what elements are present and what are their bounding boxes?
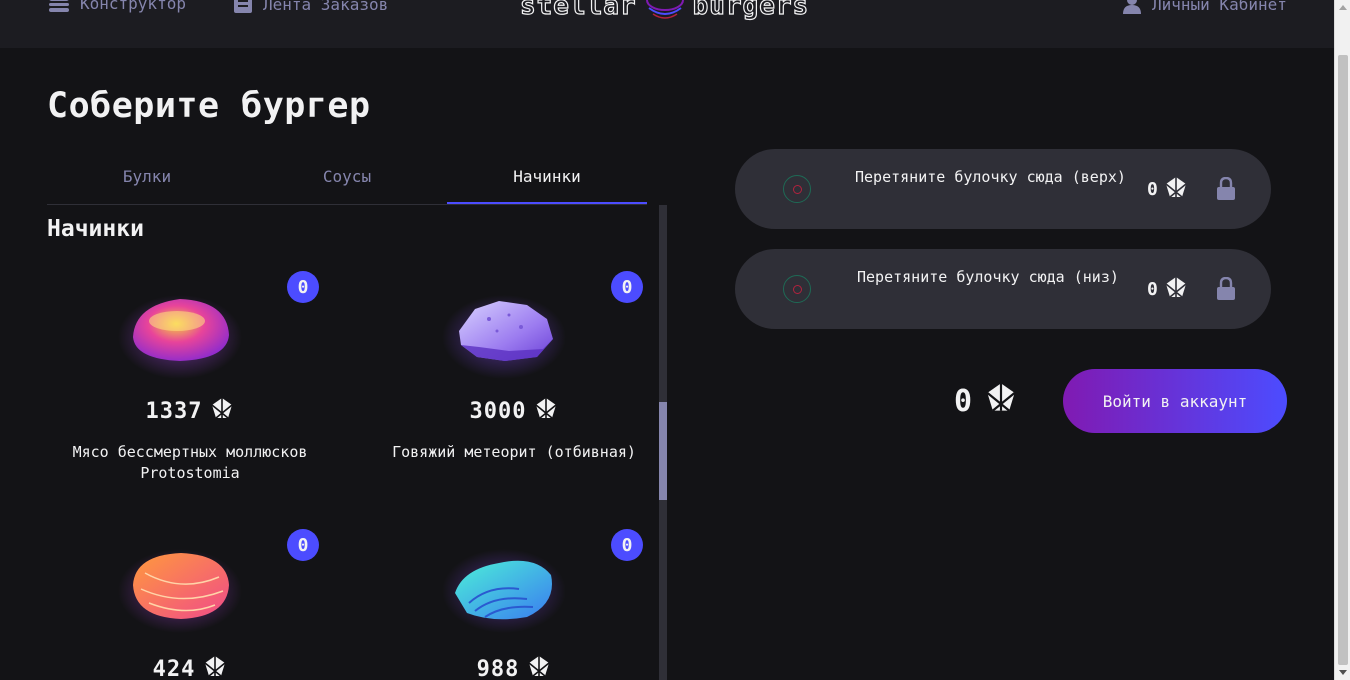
currency-icon	[1164, 276, 1188, 303]
drag-target-icon	[783, 175, 811, 203]
bottom-bun-price-value: 0	[1147, 279, 1158, 300]
app-header: Конструктор Лента Заказов stellar burger…	[0, 0, 1334, 48]
nav-profile-label: Личный Кабинет	[1152, 0, 1287, 14]
mollusc-meat-image	[115, 275, 245, 385]
nav-constructor-label: Конструктор	[80, 0, 186, 13]
ingredient-price: 988	[369, 655, 659, 680]
bottom-bun-price: 0	[1147, 276, 1188, 303]
ingredient-price-value: 424	[152, 656, 196, 680]
lock-icon	[1215, 176, 1237, 205]
tab-buns[interactable]: Булки	[47, 157, 247, 204]
bottom-bun-placeholder: Перетяните булочку сюда (низ)	[857, 268, 1119, 286]
logo-text-right: burgers	[692, 0, 810, 22]
bottom-bun-drop-zone[interactable]: Перетяните булочку сюда (низ) 0	[735, 249, 1271, 329]
ingredient-card[interactable]: 0 988	[369, 529, 659, 680]
nav-order-feed[interactable]: Лента Заказов	[233, 0, 388, 14]
cyan-fillet-image	[439, 533, 569, 643]
login-button[interactable]: Войти в аккаунт	[1063, 369, 1287, 433]
currency-icon	[984, 382, 1018, 420]
page-title: Соберите бургер	[47, 86, 371, 126]
ingredient-name: Говяжий метеорит (отбивная)	[392, 443, 636, 461]
ingredient-price-value: 1337	[145, 398, 203, 424]
ingredient-card[interactable]: 0 424	[45, 529, 335, 680]
fish-fillet-image	[115, 533, 245, 643]
logo-text-left: stellar	[519, 0, 637, 22]
ingredient-card[interactable]: 0 1337 Мясо бессмертных моллюсков Protos…	[45, 271, 335, 485]
top-bun-price-value: 0	[1147, 179, 1158, 200]
list-icon	[233, 0, 253, 14]
profile-icon	[1122, 0, 1142, 14]
lock-icon	[1215, 276, 1237, 305]
tab-fillings[interactable]: Начинки	[447, 157, 647, 204]
drag-target-icon	[783, 275, 811, 303]
currency-icon	[534, 397, 558, 425]
order-total-value: 0	[954, 383, 973, 419]
currency-icon	[210, 397, 234, 425]
nav-profile[interactable]: Личный Кабинет	[1122, 0, 1287, 14]
ingredient-name: Мясо бессмертных моллюсков Protostomia	[72, 443, 308, 482]
meteorite-image	[439, 275, 569, 385]
top-bun-placeholder: Перетяните булочку сюда (верх)	[855, 168, 1126, 186]
count-badge: 0	[287, 271, 319, 303]
count-badge: 0	[611, 529, 643, 561]
ingredient-price-value: 3000	[469, 398, 527, 424]
scroll-down-arrow[interactable]	[1339, 670, 1347, 675]
ingredient-price-value: 988	[476, 656, 520, 680]
nav-constructor[interactable]: Конструктор	[48, 0, 186, 13]
count-badge: 0	[611, 271, 643, 303]
page-scrollbar[interactable]	[1334, 0, 1350, 680]
currency-icon	[527, 655, 551, 680]
logo[interactable]: stellar burgers	[519, 0, 810, 26]
order-total: 0	[954, 382, 1018, 420]
section-title-fillings: Начинки	[47, 216, 144, 242]
logo-icon	[643, 0, 687, 26]
scroll-up-arrow[interactable]	[1339, 5, 1347, 10]
count-badge: 0	[287, 529, 319, 561]
tab-sauces[interactable]: Соусы	[247, 157, 447, 204]
ingredient-price: 424	[45, 655, 335, 680]
currency-icon	[1164, 176, 1188, 203]
ingredient-tabs: Булки Соусы Начинки	[47, 157, 647, 205]
ingredients-scrollbar-thumb[interactable]	[659, 402, 667, 500]
ingredients-scrollbar[interactable]	[659, 205, 667, 680]
top-bun-drop-zone[interactable]: Перетяните булочку сюда (верх) 0	[735, 149, 1271, 229]
nav-feed-label: Лента Заказов	[263, 0, 389, 14]
ingredient-card[interactable]: 0 3000 Говяжий метеорит (отбивная)	[369, 271, 659, 485]
ingredient-price: 1337	[45, 397, 335, 425]
page-scrollbar-thumb[interactable]	[1338, 55, 1348, 665]
ingredient-price: 3000	[369, 397, 659, 425]
burger-icon	[48, 0, 70, 13]
currency-icon	[203, 655, 227, 680]
top-bun-price: 0	[1147, 176, 1188, 203]
